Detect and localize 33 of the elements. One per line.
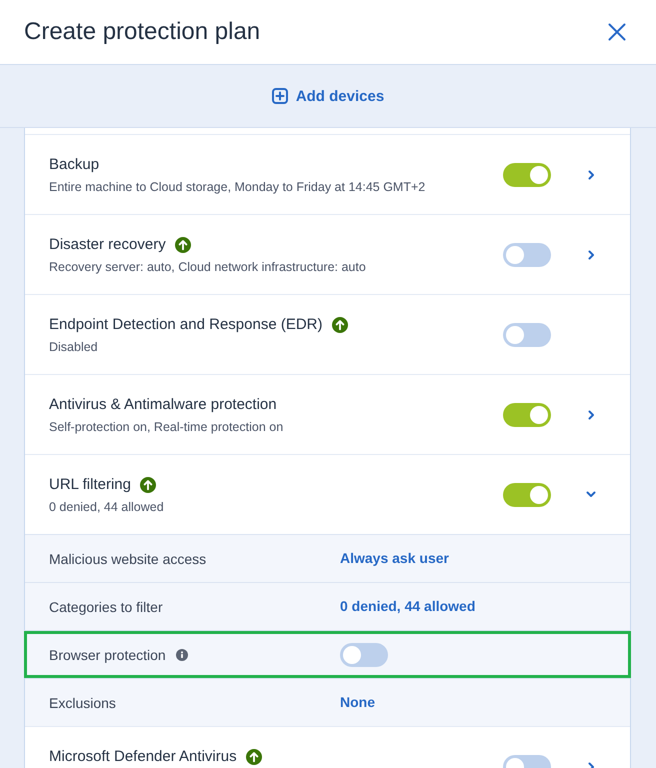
dialog-title: Create protection plan bbox=[24, 17, 260, 47]
add-devices-button[interactable]: Add devices bbox=[272, 86, 384, 106]
setting-label: Browser protection bbox=[49, 646, 166, 664]
module-title: Endpoint Detection and Response (EDR) bbox=[49, 316, 322, 334]
module-title: Backup bbox=[49, 156, 100, 174]
setting-link[interactable]: None bbox=[340, 694, 375, 710]
chevron-right-icon[interactable] bbox=[588, 410, 594, 420]
toggle-switch[interactable] bbox=[503, 322, 551, 346]
chevron-right-icon[interactable] bbox=[588, 250, 594, 260]
setting-label: Malicious website access bbox=[49, 550, 206, 568]
toggle-switch[interactable] bbox=[503, 482, 551, 506]
plus-square-icon bbox=[272, 88, 288, 104]
chevron-right-icon[interactable] bbox=[588, 170, 594, 180]
chevron-down-icon[interactable] bbox=[586, 491, 596, 498]
close-icon[interactable] bbox=[608, 23, 626, 41]
setting-label: Exclusions bbox=[49, 694, 116, 712]
module-title: Antivirus & Antimalware protection bbox=[49, 396, 277, 414]
module-summary: 0 denied, 44 allowed bbox=[49, 499, 165, 515]
toggle-switch[interactable] bbox=[340, 642, 388, 666]
module-summary: Entire machine to Cloud storage, Monday to Friday at 14:45 GMT+2 bbox=[49, 179, 426, 195]
module-summary: Self-protection on, Real-time protection on bbox=[49, 419, 284, 435]
setting-label: Categories to filter bbox=[49, 598, 163, 616]
module-title: Disaster recovery bbox=[49, 236, 166, 254]
info-icon[interactable] bbox=[176, 648, 188, 660]
toggle-switch[interactable] bbox=[503, 242, 551, 266]
toggle-switch[interactable] bbox=[503, 162, 551, 186]
module-summary: Disabled bbox=[49, 339, 99, 355]
toggle-switch[interactable] bbox=[503, 402, 551, 426]
setting-link[interactable]: Always ask user bbox=[340, 550, 449, 566]
module-title: URL filtering bbox=[49, 476, 131, 494]
module-title: Microsoft Defender Antivirus bbox=[49, 748, 237, 766]
setting-link[interactable]: 0 denied, 44 allowed bbox=[340, 598, 476, 614]
module-summary: Recovery server: auto, Cloud network infrastructure: auto bbox=[49, 259, 367, 275]
